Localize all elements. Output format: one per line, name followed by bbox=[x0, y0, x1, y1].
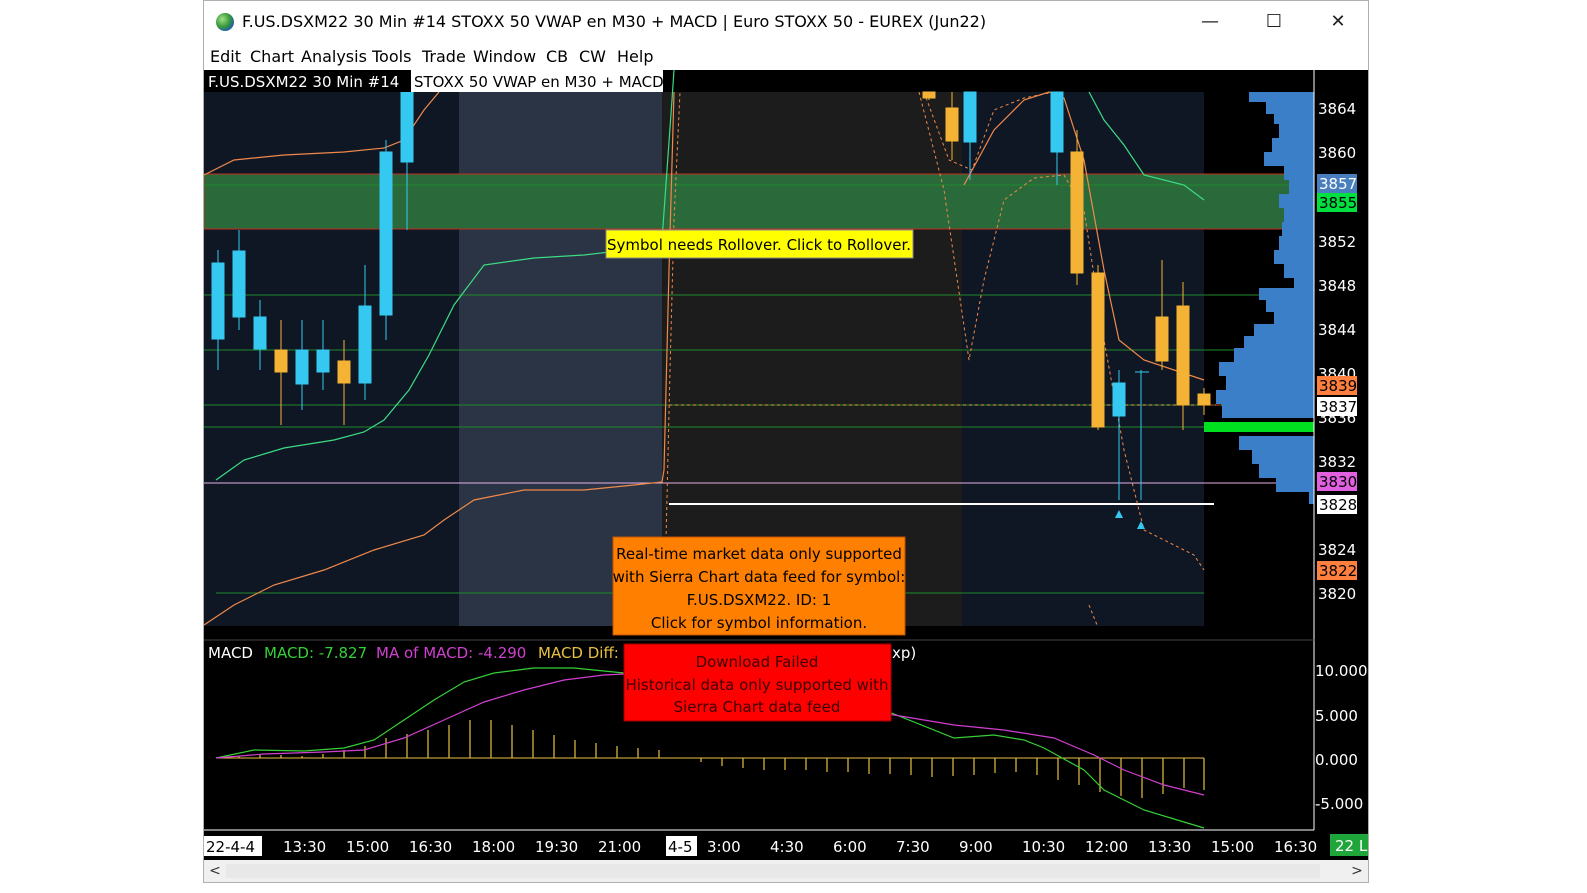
time-axis-labels: 22-4-4 13:30 15:00 16:30 18:00 19:30 21:00 4-5 3… bbox=[204, 836, 1317, 856]
price-marker: 3837 bbox=[1319, 398, 1357, 416]
time-label: 3:00 bbox=[707, 838, 741, 856]
window-title: F.US.DSXM22 30 Min #14 STOXX 50 VWAP en … bbox=[242, 12, 987, 31]
menu-tools[interactable]: Tools bbox=[372, 47, 411, 66]
price-tick: 3852 bbox=[1318, 233, 1356, 251]
time-label: 19:30 bbox=[535, 838, 578, 856]
globe-icon bbox=[216, 13, 234, 31]
download-notice-line-1: Download Failed bbox=[696, 653, 819, 671]
time-label: 15:00 bbox=[1211, 838, 1254, 856]
price-tick: 3864 bbox=[1318, 100, 1356, 118]
time-label: 13:30 bbox=[283, 838, 326, 856]
volume-profile bbox=[1216, 92, 1314, 504]
download-notice-line-3: Sierra Chart data feed bbox=[674, 698, 841, 716]
menu-bar: Edit Chart Analysis Tools Trade Window C… bbox=[204, 43, 1368, 70]
price-marker: 3828 bbox=[1319, 496, 1357, 514]
macd-legend-value: MACD: -7.827 bbox=[264, 644, 367, 662]
price-tick: 3844 bbox=[1318, 321, 1356, 339]
price-marker: 3822 bbox=[1319, 562, 1357, 580]
time-label: 4:30 bbox=[770, 838, 804, 856]
macd-legend-tail: xp) bbox=[892, 644, 916, 662]
realtime-notice-line-3: F.US.DSXM22. ID: 1 bbox=[687, 591, 832, 609]
time-label: 9:00 bbox=[959, 838, 993, 856]
scroll-left-arrow[interactable]: < bbox=[204, 860, 226, 882]
supply-zone bbox=[203, 173, 1315, 230]
title-bar[interactable]: F.US.DSXM22 30 Min #14 STOXX 50 VWAP en … bbox=[204, 1, 1368, 43]
price-tick: 3848 bbox=[1318, 277, 1356, 295]
maximize-button[interactable]: ☐ bbox=[1242, 1, 1306, 43]
chart-header-study: STOXX 50 VWAP en M30 + MACD bbox=[414, 73, 664, 91]
time-label: 4-5 bbox=[668, 838, 693, 856]
time-label: 12:00 bbox=[1085, 838, 1128, 856]
time-label: 7:30 bbox=[896, 838, 930, 856]
corner-badge: 22 L bbox=[1335, 837, 1368, 855]
menu-trade[interactable]: Trade bbox=[422, 47, 466, 66]
menu-help[interactable]: Help bbox=[617, 47, 653, 66]
menu-cb[interactable]: CB bbox=[546, 47, 568, 66]
close-button[interactable]: ✕ bbox=[1306, 1, 1370, 43]
macd-tick: -5.000 bbox=[1315, 795, 1363, 813]
menu-analysis[interactable]: Analysis bbox=[301, 47, 367, 66]
scrollbar-thumb[interactable] bbox=[226, 864, 1320, 878]
price-marker: 3830 bbox=[1319, 473, 1357, 491]
macd-legend-name: MACD bbox=[208, 644, 253, 662]
rollover-notice-text: Symbol needs Rollover. Click to Rollover… bbox=[607, 236, 911, 254]
menu-window[interactable]: Window bbox=[473, 47, 536, 66]
chart-area[interactable]: 3864 3860 3852 3848 3844 3840 3836 3832 3824 3820… bbox=[203, 69, 1368, 860]
realtime-data-notice[interactable]: Real-time market data only supported wit… bbox=[612, 536, 906, 636]
macd-legend-ma: MA of MACD: -4.290 bbox=[376, 644, 526, 662]
price-tick: 3820 bbox=[1318, 585, 1356, 603]
minimize-button[interactable]: — bbox=[1178, 1, 1242, 43]
app-window: F.US.DSXM22 30 Min #14 STOXX 50 VWAP en … bbox=[203, 0, 1369, 883]
chart-header-symbol: F.US.DSXM22 30 Min #14 bbox=[208, 73, 399, 91]
time-label: 16:30 bbox=[1274, 838, 1317, 856]
time-label: 22-4-4 bbox=[206, 838, 255, 856]
price-marker: 3857 bbox=[1319, 175, 1357, 193]
menu-cw[interactable]: CW bbox=[579, 47, 606, 66]
time-label: 18:00 bbox=[472, 838, 515, 856]
macd-tick: 0.000 bbox=[1315, 751, 1358, 769]
price-marker: 3855 bbox=[1319, 194, 1357, 212]
time-label: 16:30 bbox=[409, 838, 452, 856]
point-of-control-bar bbox=[1204, 422, 1314, 432]
time-label: 15:00 bbox=[346, 838, 389, 856]
menu-chart[interactable]: Chart bbox=[250, 47, 294, 66]
download-failed-notice[interactable]: Download Failed Historical data only sup… bbox=[623, 643, 892, 722]
realtime-notice-line-2: with Sierra Chart data feed for symbol: bbox=[613, 568, 906, 586]
menu-edit[interactable]: Edit bbox=[210, 47, 241, 66]
macd-tick: 10.000 bbox=[1315, 662, 1368, 680]
price-marker: 3839 bbox=[1319, 377, 1357, 395]
scroll-right-arrow[interactable]: > bbox=[1346, 860, 1368, 882]
realtime-notice-line-4: Click for symbol information. bbox=[651, 614, 867, 632]
macd-legend-diff: MACD Diff: bbox=[538, 644, 619, 662]
realtime-notice-line-1: Real-time market data only supported bbox=[616, 545, 902, 563]
download-notice-line-2: Historical data only supported with bbox=[625, 676, 888, 694]
time-label: 13:30 bbox=[1148, 838, 1191, 856]
time-label: 21:00 bbox=[598, 838, 641, 856]
horizontal-scrollbar[interactable]: < > bbox=[204, 860, 1368, 882]
macd-tick: 5.000 bbox=[1315, 707, 1358, 725]
price-tick: 3832 bbox=[1318, 453, 1356, 471]
rollover-notice[interactable]: Symbol needs Rollover. Click to Rollover… bbox=[605, 229, 914, 259]
time-label: 6:00 bbox=[833, 838, 867, 856]
time-label: 10:30 bbox=[1022, 838, 1065, 856]
price-tick: 3860 bbox=[1318, 144, 1356, 162]
price-tick: 3824 bbox=[1318, 541, 1356, 559]
